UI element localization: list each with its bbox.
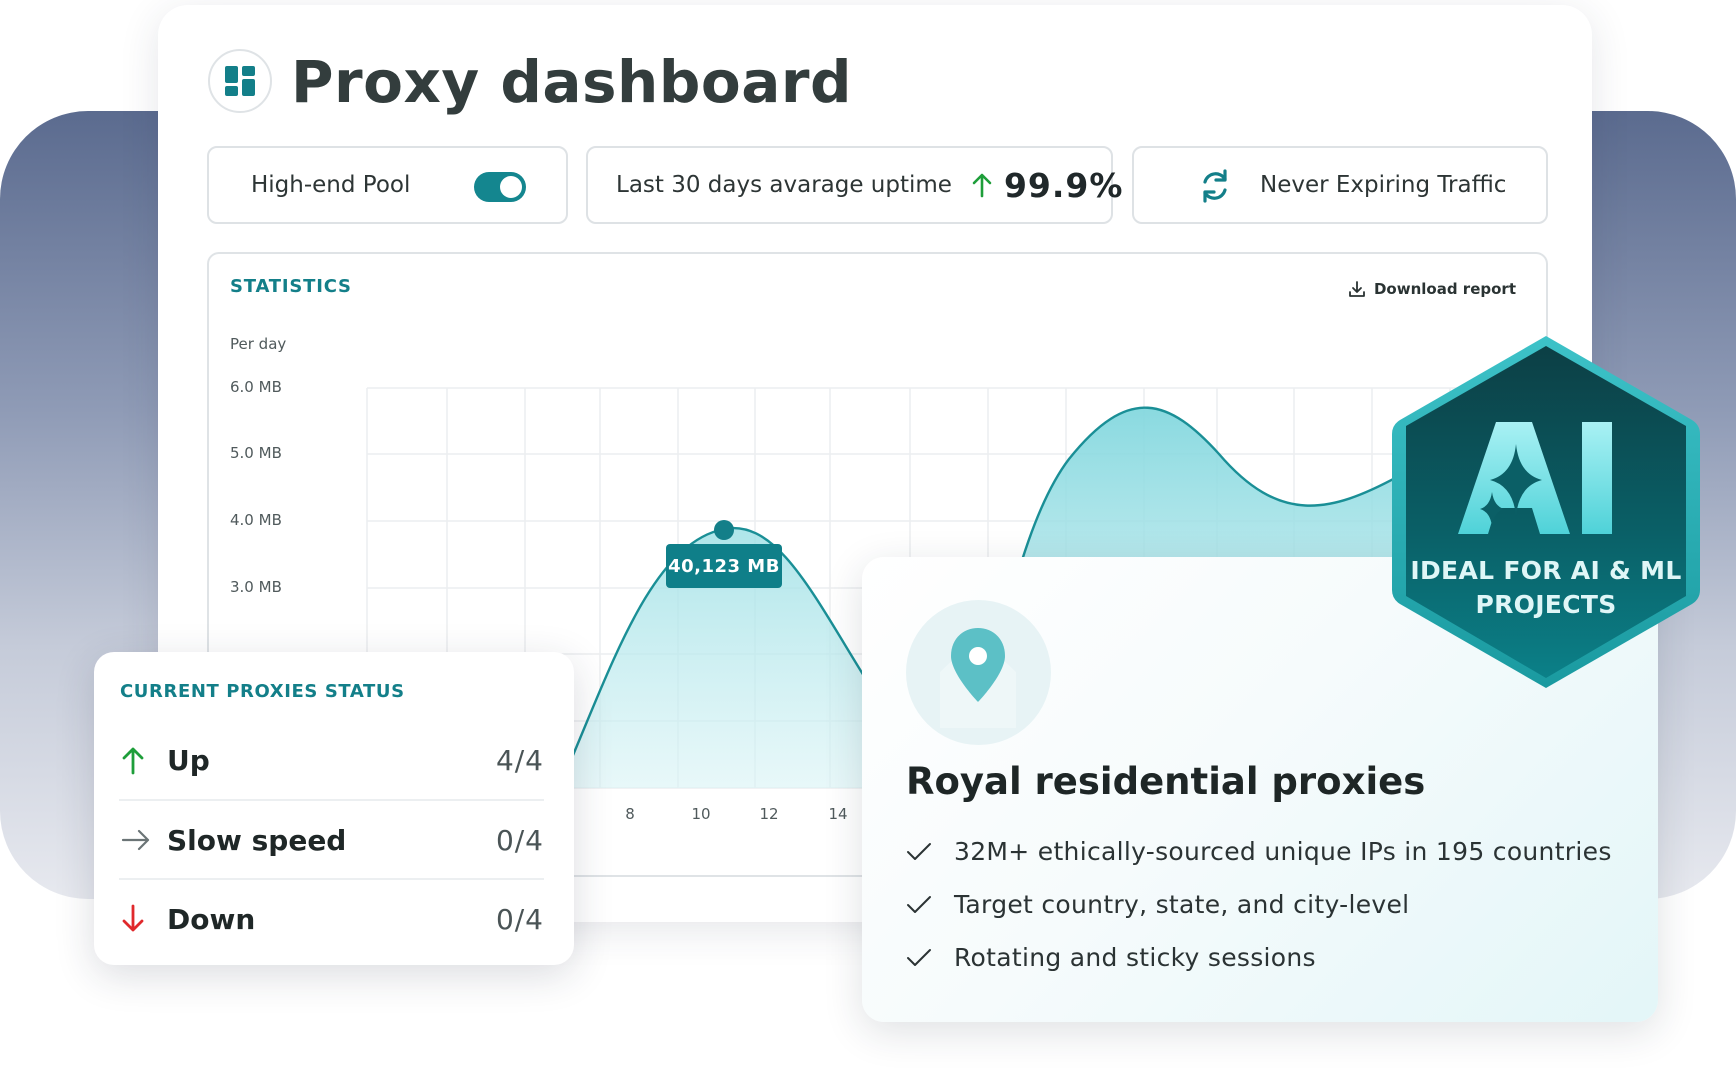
- feature-item: Target country, state, and city-level: [906, 890, 1409, 919]
- dashboard-grid-icon: [208, 49, 272, 113]
- traffic-label: Never Expiring Traffic: [1260, 172, 1507, 198]
- status-label: Slow speed: [167, 823, 347, 857]
- residential-title: Royal residential proxies: [906, 760, 1426, 803]
- ai-badge-line: IDEAL FOR AI & ML: [1410, 556, 1682, 585]
- check-icon: [907, 895, 931, 913]
- download-report-button[interactable]: Download report: [1348, 280, 1516, 298]
- statistics-title: STATISTICS: [230, 276, 352, 297]
- y-tick-label: 4.0 MB: [230, 511, 282, 529]
- toggle-knob: [500, 176, 522, 198]
- status-row-up: Up 4/4: [119, 721, 544, 799]
- y-tick-label: 3.0 MB: [230, 578, 282, 596]
- arrow-down-icon: [121, 904, 151, 934]
- x-tick-label: 10: [691, 805, 711, 823]
- y-axis-title: Per day: [230, 335, 287, 353]
- status-count: 0/4: [495, 902, 544, 936]
- y-tick-label: 5.0 MB: [230, 444, 282, 462]
- x-tick-label: 14: [828, 805, 848, 823]
- ai-badge-line: PROJECTS: [1475, 590, 1617, 619]
- y-tick-label: 6.0 MB: [230, 378, 282, 396]
- feature-text: 32M+ ethically-sourced unique IPs in 195…: [954, 837, 1612, 866]
- check-icon: [907, 842, 931, 860]
- page-title: Proxy dashboard: [291, 48, 852, 116]
- chart-tooltip: 40,123 MB: [666, 544, 782, 588]
- status-label: Up: [167, 743, 210, 777]
- feature-text: Rotating and sticky sessions: [954, 943, 1316, 972]
- pool-toggle[interactable]: [474, 172, 526, 202]
- check-icon: [907, 948, 931, 966]
- feature-text: Target country, state, and city-level: [954, 890, 1410, 919]
- proxies-status-card: CURRENT PROXIES STATUS Up 4/4 Slow speed…: [94, 652, 574, 965]
- refresh-icon: [1198, 168, 1232, 210]
- location-pin-icon: [906, 600, 1051, 745]
- pool-label: High-end Pool: [251, 172, 411, 198]
- x-tick-label: 8: [625, 805, 635, 823]
- uptime-label: Last 30 days avarage uptime: [616, 172, 952, 198]
- status-count: 4/4: [495, 743, 544, 777]
- high-end-pool-pill: High-end Pool: [207, 146, 568, 224]
- arrow-up-icon: [121, 745, 151, 775]
- ai-hexagon-badge: [1392, 336, 1700, 688]
- ai-badge-text: IDEAL FOR AI & ML PROJECTS: [1388, 554, 1704, 622]
- uptime-pill: Last 30 days avarage uptime 99.9%: [586, 146, 1122, 224]
- download-icon: [1349, 281, 1365, 297]
- status-count: 0/4: [495, 823, 544, 857]
- uptime-value: 99.9%: [1003, 165, 1124, 205]
- x-tick-label: 12: [759, 805, 779, 823]
- arrow-right-icon: [121, 828, 151, 852]
- status-row-down: Down 0/4: [119, 878, 544, 958]
- status-title: CURRENT PROXIES STATUS: [120, 681, 405, 702]
- feature-item: Rotating and sticky sessions: [906, 943, 1316, 972]
- traffic-pill: Never Expiring Traffic: [1132, 146, 1548, 224]
- status-row-slow: Slow speed 0/4: [119, 799, 544, 879]
- arrow-up-icon: [972, 172, 992, 198]
- feature-item: 32M+ ethically-sourced unique IPs in 195…: [906, 837, 1612, 866]
- download-label: Download report: [1373, 280, 1516, 298]
- status-label: Down: [167, 902, 256, 936]
- chart-highlight-point: [714, 520, 734, 540]
